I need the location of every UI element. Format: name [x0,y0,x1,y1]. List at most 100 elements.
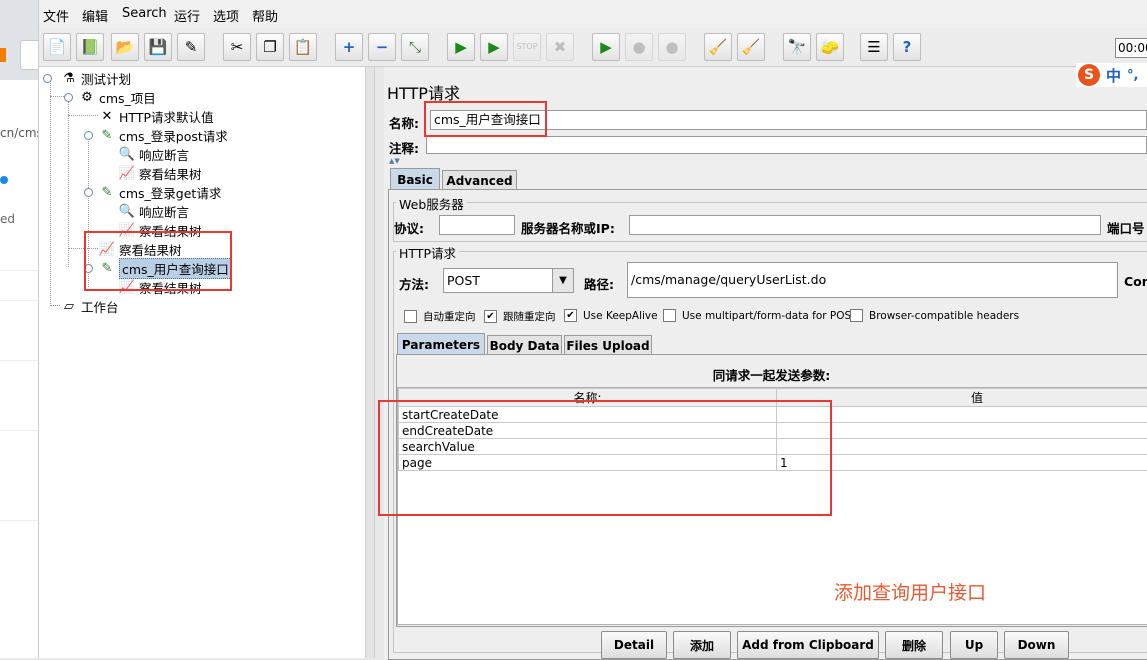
cut-icon[interactable]: ✂ [223,33,251,61]
remote-exit-icon[interactable]: ● [658,33,686,61]
checkbox-box [663,309,676,322]
multipart-checkbox[interactable]: Use multipart/form-data for POST [663,309,858,322]
tree-node-result-tree-1[interactable]: 📈 察看结果树 [119,164,202,182]
expand-toggle-icon[interactable] [43,74,52,83]
divider [0,300,38,301]
chevron-down-icon[interactable]: ▼ [552,269,573,292]
menu-options[interactable]: 选项 [213,6,239,25]
menu-edit[interactable]: 编辑 [82,6,108,25]
browser-url-fragment: cn/cms [0,126,39,140]
redirect-auto-checkbox[interactable]: 自动重定向 [404,309,476,324]
param-value[interactable] [777,407,1147,423]
tree-node-project[interactable]: ⚙ cms_项目 [79,88,156,106]
tree-connector [50,78,51,304]
new-icon[interactable]: 📄 [43,33,71,61]
tree-node-assertion-1[interactable]: 🔍 响应断言 [119,145,189,163]
protocol-label: 协议: [394,218,424,237]
tree-node-login-post[interactable]: ✎ cms_登录post请求 [99,126,228,144]
param-value[interactable]: 1 [777,455,1147,471]
remote-start-icon[interactable]: ▶ [592,33,620,61]
input-method-indicator[interactable]: S 中 °, [1076,63,1147,87]
tab-parameters[interactable]: Parameters [397,333,485,355]
divider [0,430,38,431]
help-icon[interactable]: ? [893,33,921,61]
split-pane-divider[interactable] [365,67,375,658]
http-request-panel: HTTP请求 名称: cms_用户查询接口 注释: ▲▼ Basic Advan… [384,67,1147,658]
expand-toggle-icon[interactable] [64,93,73,102]
tree-node-test-plan[interactable]: ⚗ 测试计划 [61,69,131,87]
start-no-pause-icon[interactable]: ▶ [480,33,508,61]
column-header-value[interactable]: 值 [777,389,1147,407]
remote-stop-icon[interactable]: ● [625,33,653,61]
server-field[interactable] [629,215,1101,235]
path-field[interactable]: /cms/manage/queryUserList.do [627,262,1118,298]
search-icon[interactable]: 🔭 [783,33,811,61]
tree-node-assertion-2[interactable]: 🔍 响应断言 [119,202,189,220]
tree-node-http-defaults[interactable]: ✕ HTTP请求默认值 [99,107,214,125]
server-label: 服务器名称或IP: [521,218,615,237]
http-request-group-title: HTTP请求 [396,243,459,262]
menu-run[interactable]: 运行 [174,6,200,25]
menu-search[interactable]: Search [122,6,167,21]
up-button[interactable]: Up [950,631,998,659]
menu-help[interactable]: 帮助 [252,6,278,25]
paste-icon[interactable]: 📋 [289,33,317,61]
expand-toggle-icon[interactable] [84,188,93,197]
protocol-field[interactable] [439,215,515,235]
save-icon[interactable]: 💾 [144,33,172,61]
browser-compatible-checkbox[interactable]: Browser-compatible headers [850,309,1019,322]
method-select[interactable]: POST ▼ [443,268,574,293]
expand-icon[interactable]: + [335,33,363,61]
keepalive-checkbox[interactable]: ✔Use KeepAlive [564,309,658,322]
background-browser-window: cn/cms ed [0,0,39,658]
delete-button[interactable]: 删除 [885,631,943,659]
copy-icon[interactable]: ❐ [256,33,284,61]
comment-label: 注释: [389,138,419,157]
collapse-icon[interactable]: − [368,33,396,61]
tab-files-upload[interactable]: Files Upload [564,335,652,355]
open-icon[interactable]: 📂 [111,33,139,61]
add-from-clipboard-button[interactable]: Add from Clipboard [737,631,879,659]
param-value[interactable] [777,439,1147,455]
clear-all-icon[interactable]: 🧹 [737,33,765,61]
pipette-icon: ✎ [99,184,115,200]
chinese-mode-icon: 中 [1106,65,1121,86]
save-as-icon[interactable]: ✎ [177,33,205,61]
collapse-arrows-icon[interactable]: ▲▼ [389,157,400,165]
shutdown-icon[interactable]: ✖ [546,33,574,61]
function-helper-icon[interactable]: ☰ [860,33,888,61]
param-value[interactable] [777,423,1147,439]
toggle-icon[interactable]: ⤡ [401,33,429,61]
test-plan-tree: ⚗ 测试计划 ⚙ cms_项目 ✕ HTTP请求默认值 ✎ cms_登录post… [39,67,366,658]
gear-icon: ⚙ [79,89,95,105]
path-label: 路径: [584,274,614,293]
magnifier-icon: 🔍 [119,203,135,219]
method-value: POST [447,273,480,288]
add-button[interactable]: 添加 [673,631,731,659]
reset-search-icon[interactable]: 🧽 [816,33,844,61]
follow-redirects-checkbox[interactable]: ✔跟随重定向 [484,309,556,324]
detail-button[interactable]: Detail [601,631,667,659]
check-icon: ✔ [484,310,497,323]
tab-basic[interactable]: Basic [390,168,440,190]
browser-tab[interactable] [20,40,39,70]
port-label: 端口号 [1107,218,1145,237]
expand-toggle-icon[interactable] [84,131,93,140]
tree-node-workbench[interactable]: ▱ 工作台 [61,297,119,315]
highlight-box [424,101,547,137]
down-button[interactable]: Down [1004,631,1069,659]
tree-node-login-get[interactable]: ✎ cms_登录get请求 [99,183,221,201]
stop-icon[interactable]: STOP [513,33,541,61]
browser-dot-icon [0,176,8,184]
tab-advanced[interactable]: Advanced [442,170,517,190]
pipette-icon: ✎ [99,127,115,143]
tab-body-data[interactable]: Body Data [487,335,562,355]
menu-file[interactable]: 文件 [43,6,69,25]
comment-field[interactable] [426,136,1147,154]
elapsed-timer: 00:00 [1115,38,1147,58]
start-icon[interactable]: ▶ [447,33,475,61]
menu-bar: 文件 编辑 Search 运行 选项 帮助 [39,0,1147,28]
chart-icon: 📈 [119,165,135,181]
templates-icon[interactable]: 📗 [76,33,104,61]
clear-icon[interactable]: 🧹 [704,33,732,61]
